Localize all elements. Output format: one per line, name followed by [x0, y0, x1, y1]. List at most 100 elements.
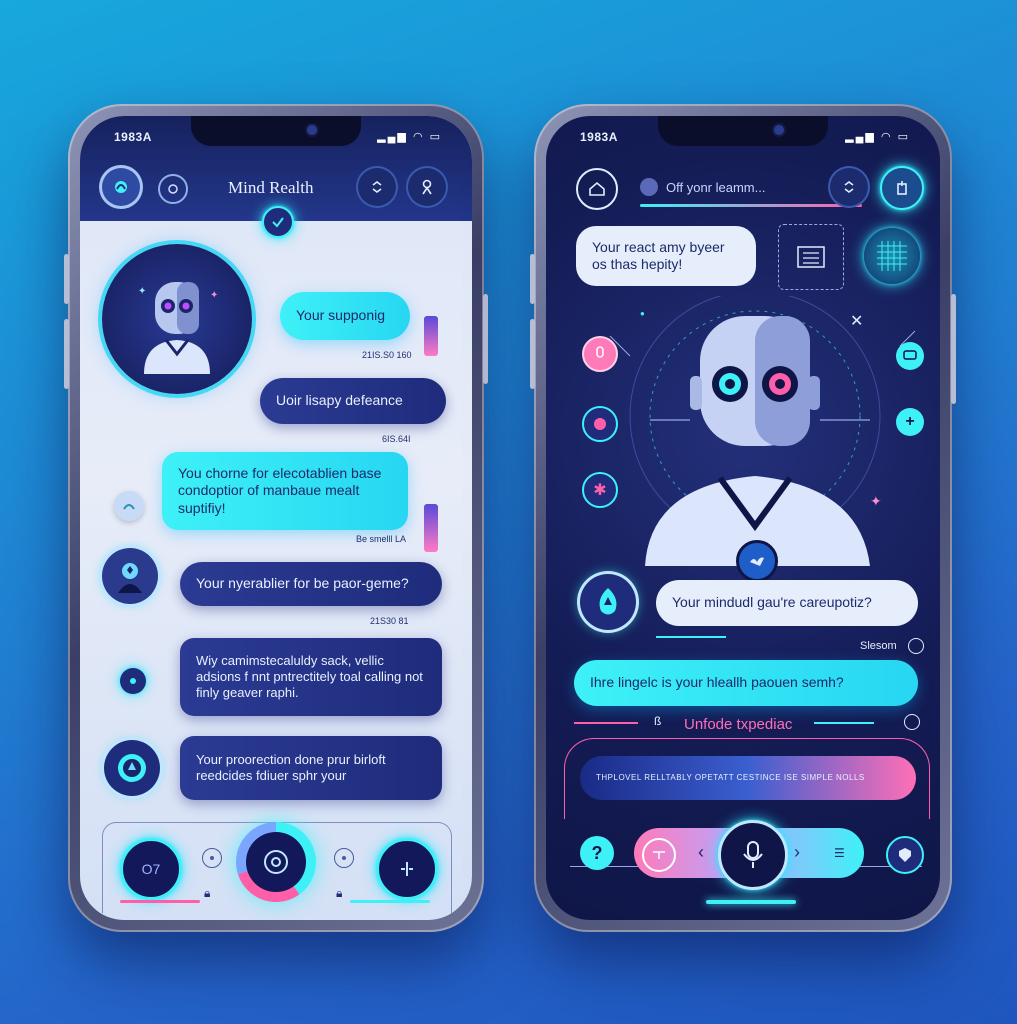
right-phone: 1983A ▂▄▆ ◠ ▭ Off yonr leamm... Your rea… — [530, 104, 956, 932]
message-bubble[interactable]: Uoir lisapy defeance — [260, 378, 446, 424]
lock-icon: 🔒︎ — [336, 886, 343, 900]
voice-record-button[interactable] — [236, 822, 316, 902]
list-icon[interactable]: ☰ — [834, 846, 845, 860]
volume-button — [64, 254, 69, 304]
message-time: Be smelll LA — [356, 534, 407, 544]
user-avatar — [104, 740, 160, 796]
status-bar-indicator — [424, 504, 438, 552]
camera-icon — [307, 125, 317, 135]
grid-globe-icon — [864, 228, 920, 284]
assistant-icon — [114, 491, 144, 521]
divider-line — [656, 636, 726, 638]
options-icon[interactable] — [334, 848, 354, 868]
message-text: Your mindudl gau're careupotiz? — [672, 594, 872, 611]
assistant-icon — [120, 668, 146, 694]
check-icon — [262, 206, 294, 238]
search-bar[interactable]: Off yonr leamm... — [640, 174, 840, 200]
search-icon — [640, 178, 658, 196]
message-bubble[interactable]: Your nyerablier for be paor-geme? — [180, 562, 442, 606]
processor-icon — [778, 224, 844, 290]
logo-icon[interactable] — [102, 168, 140, 206]
sort-button[interactable] — [358, 168, 396, 206]
user-avatar — [580, 574, 636, 630]
banner-text: THPLOVEL RELLTABLY OPETATT CESTINCE ISE … — [596, 773, 865, 782]
message-bubble[interactable]: Your react amy byeer os thas hepity! — [576, 226, 756, 286]
status-icons: ▂▄▆ ◠ ▭ — [377, 131, 442, 143]
record-inner — [246, 832, 306, 892]
microphone-side-icon[interactable] — [582, 336, 618, 372]
chevron-right-icon[interactable]: › — [794, 842, 800, 863]
message-time: Slesom — [860, 640, 897, 652]
right-screen: 1983A ▂▄▆ ◠ ▭ Off yonr leamm... Your rea… — [546, 116, 940, 920]
divider-line — [814, 722, 874, 724]
home-button[interactable] — [576, 168, 618, 210]
message-bubble[interactable]: Your proorection done prur birloft reedc… — [180, 736, 442, 800]
volume-button — [530, 254, 535, 304]
svg-text:✕: ✕ — [850, 313, 863, 330]
message-text: Wiy camimstecaluldy sack, vellic adsions… — [196, 652, 423, 701]
chat-icon[interactable] — [896, 342, 924, 370]
help-button[interactable]: ? — [580, 836, 614, 870]
toggle-icon[interactable] — [904, 714, 920, 730]
bookmark-icon: ß — [654, 714, 662, 728]
left-screen: 1983A ▂▄▆ ◠ ▭ Mind Realth ✦ ✦ Your suppo… — [80, 116, 472, 920]
bird-badge-icon — [736, 540, 778, 582]
keyboard-label: O7 — [141, 861, 161, 877]
status-bar-indicator — [424, 316, 438, 356]
message-time: 21S30 81 — [370, 616, 409, 626]
home-indicator — [120, 900, 200, 903]
status-time: 1983A — [580, 130, 618, 144]
star-icon[interactable]: ✱ — [582, 472, 618, 508]
message-text: Ihre lingelc is your hleallh paouen semh… — [590, 674, 844, 691]
message-time: 6IS.64I — [382, 434, 411, 444]
add-button[interactable] — [376, 838, 438, 900]
home-indicator — [350, 900, 430, 903]
svg-text:●: ● — [640, 309, 645, 318]
keyboard-button[interactable]: O7 — [120, 838, 182, 900]
message-time: 21IS.S0 160 — [362, 350, 412, 360]
sort-button[interactable] — [830, 168, 868, 206]
home-indicator — [706, 900, 796, 904]
lock-icon: 🔒︎ — [204, 886, 211, 900]
divider-line — [574, 722, 638, 724]
message-bubble[interactable]: Wiy camimstecaluldy sack, vellic adsions… — [180, 638, 442, 716]
info-banner[interactable]: THPLOVEL RELLTABLY OPETATT CESTINCE ISE … — [580, 756, 916, 800]
volume-button — [530, 319, 535, 389]
robot-avatar: ✦ ✦ — [102, 244, 252, 394]
status-time: 1983A — [114, 130, 152, 144]
message-text: You chorne for elecotablien base condopt… — [178, 464, 382, 516]
volume-button — [64, 319, 69, 389]
refresh-icon[interactable] — [202, 848, 222, 868]
camera-icon — [774, 125, 784, 135]
message-bubble[interactable]: Your mindudl gau're careupotiz? — [656, 580, 918, 626]
left-phone: 1983A ▂▄▆ ◠ ▭ Mind Realth ✦ ✦ Your suppo… — [64, 104, 488, 932]
shield-button[interactable] — [886, 836, 924, 874]
microphone-button[interactable] — [718, 820, 788, 890]
status-icons: ▂▄▆ ◠ ▭ — [845, 131, 910, 143]
message-text: Uoir lisapy defeance — [276, 392, 403, 409]
power-button — [483, 294, 488, 384]
target-icon[interactable] — [582, 406, 618, 442]
message-bubble[interactable]: You chorne for elecotablien base condopt… — [162, 452, 408, 530]
svg-text:✦: ✦ — [138, 286, 146, 297]
plus-icon[interactable]: + — [896, 408, 924, 436]
message-text: Your supponig — [296, 307, 386, 324]
settings-icon[interactable] — [158, 174, 188, 204]
robot-illustration: ✕ ● ✦ — [609, 296, 916, 566]
menu-icon[interactable] — [642, 838, 676, 872]
notch — [191, 116, 361, 146]
svg-text:✦: ✦ — [870, 493, 882, 509]
notification-button[interactable] — [880, 166, 924, 210]
user-avatar — [102, 548, 158, 604]
unfold-label[interactable]: Unfode txpediac — [684, 716, 792, 733]
message-text: Your proorection done prur birloft reedc… — [196, 751, 386, 783]
message-bubble[interactable]: Ihre lingelc is your hleallh paouen semh… — [574, 660, 918, 706]
message-bubble[interactable]: Your supponig — [280, 292, 410, 340]
chevron-left-icon[interactable]: ‹ — [698, 842, 704, 863]
search-placeholder: Off yonr leamm... — [666, 179, 766, 195]
notch — [658, 116, 828, 146]
toggle-icon[interactable] — [908, 638, 924, 654]
target-dot — [594, 418, 606, 430]
svg-text:✦: ✦ — [210, 290, 218, 301]
profile-button[interactable] — [408, 168, 446, 206]
